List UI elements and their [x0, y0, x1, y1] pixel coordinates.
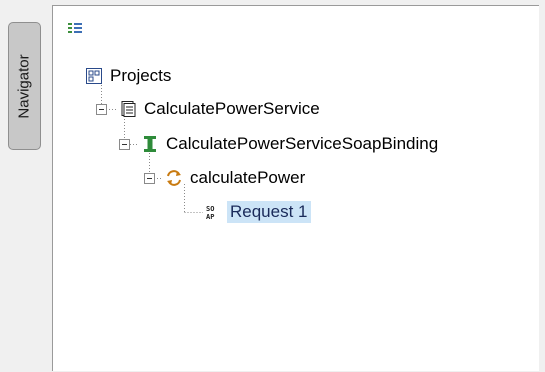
- soap-request-icon: SO AP: [206, 205, 214, 221]
- svg-text:AP: AP: [206, 213, 214, 221]
- tree-node-label: calculatePower: [190, 168, 306, 187]
- tree-node-label: CalculatePowerService: [144, 99, 320, 118]
- tree-node-label: Projects: [110, 66, 172, 85]
- tree-node-binding[interactable]: CalculatePowerServiceSoapBinding: [141, 131, 441, 157]
- binding-icon: [144, 136, 156, 152]
- collapse-service-icon[interactable]: [96, 104, 107, 115]
- projects-icon: [86, 68, 102, 84]
- navigator-tab[interactable]: Navigator: [8, 22, 41, 150]
- project-tree: Projects CalculatePowerService Calculate…: [53, 6, 539, 371]
- navigator-tab-label: Navigator: [16, 53, 34, 119]
- side-tab-strip: Navigator: [0, 0, 52, 371]
- operation-icon: [167, 170, 181, 186]
- navigator-panel: Projects CalculatePowerService Calculate…: [52, 5, 539, 371]
- tree-node-label: Request 1: [227, 201, 311, 223]
- tree-node-request[interactable]: SO AP Request 1: [205, 199, 311, 225]
- tree-node-projects[interactable]: Projects: [85, 63, 174, 89]
- svg-text:SO: SO: [206, 205, 214, 213]
- tree-node-operation[interactable]: calculatePower: [165, 165, 308, 191]
- collapse-binding-icon[interactable]: [119, 139, 130, 150]
- tree-node-service[interactable]: CalculatePowerService: [119, 96, 323, 122]
- tree-node-label: CalculatePowerServiceSoapBinding: [166, 134, 439, 153]
- collapse-operation-icon[interactable]: [144, 173, 155, 184]
- service-document-icon: [121, 101, 136, 117]
